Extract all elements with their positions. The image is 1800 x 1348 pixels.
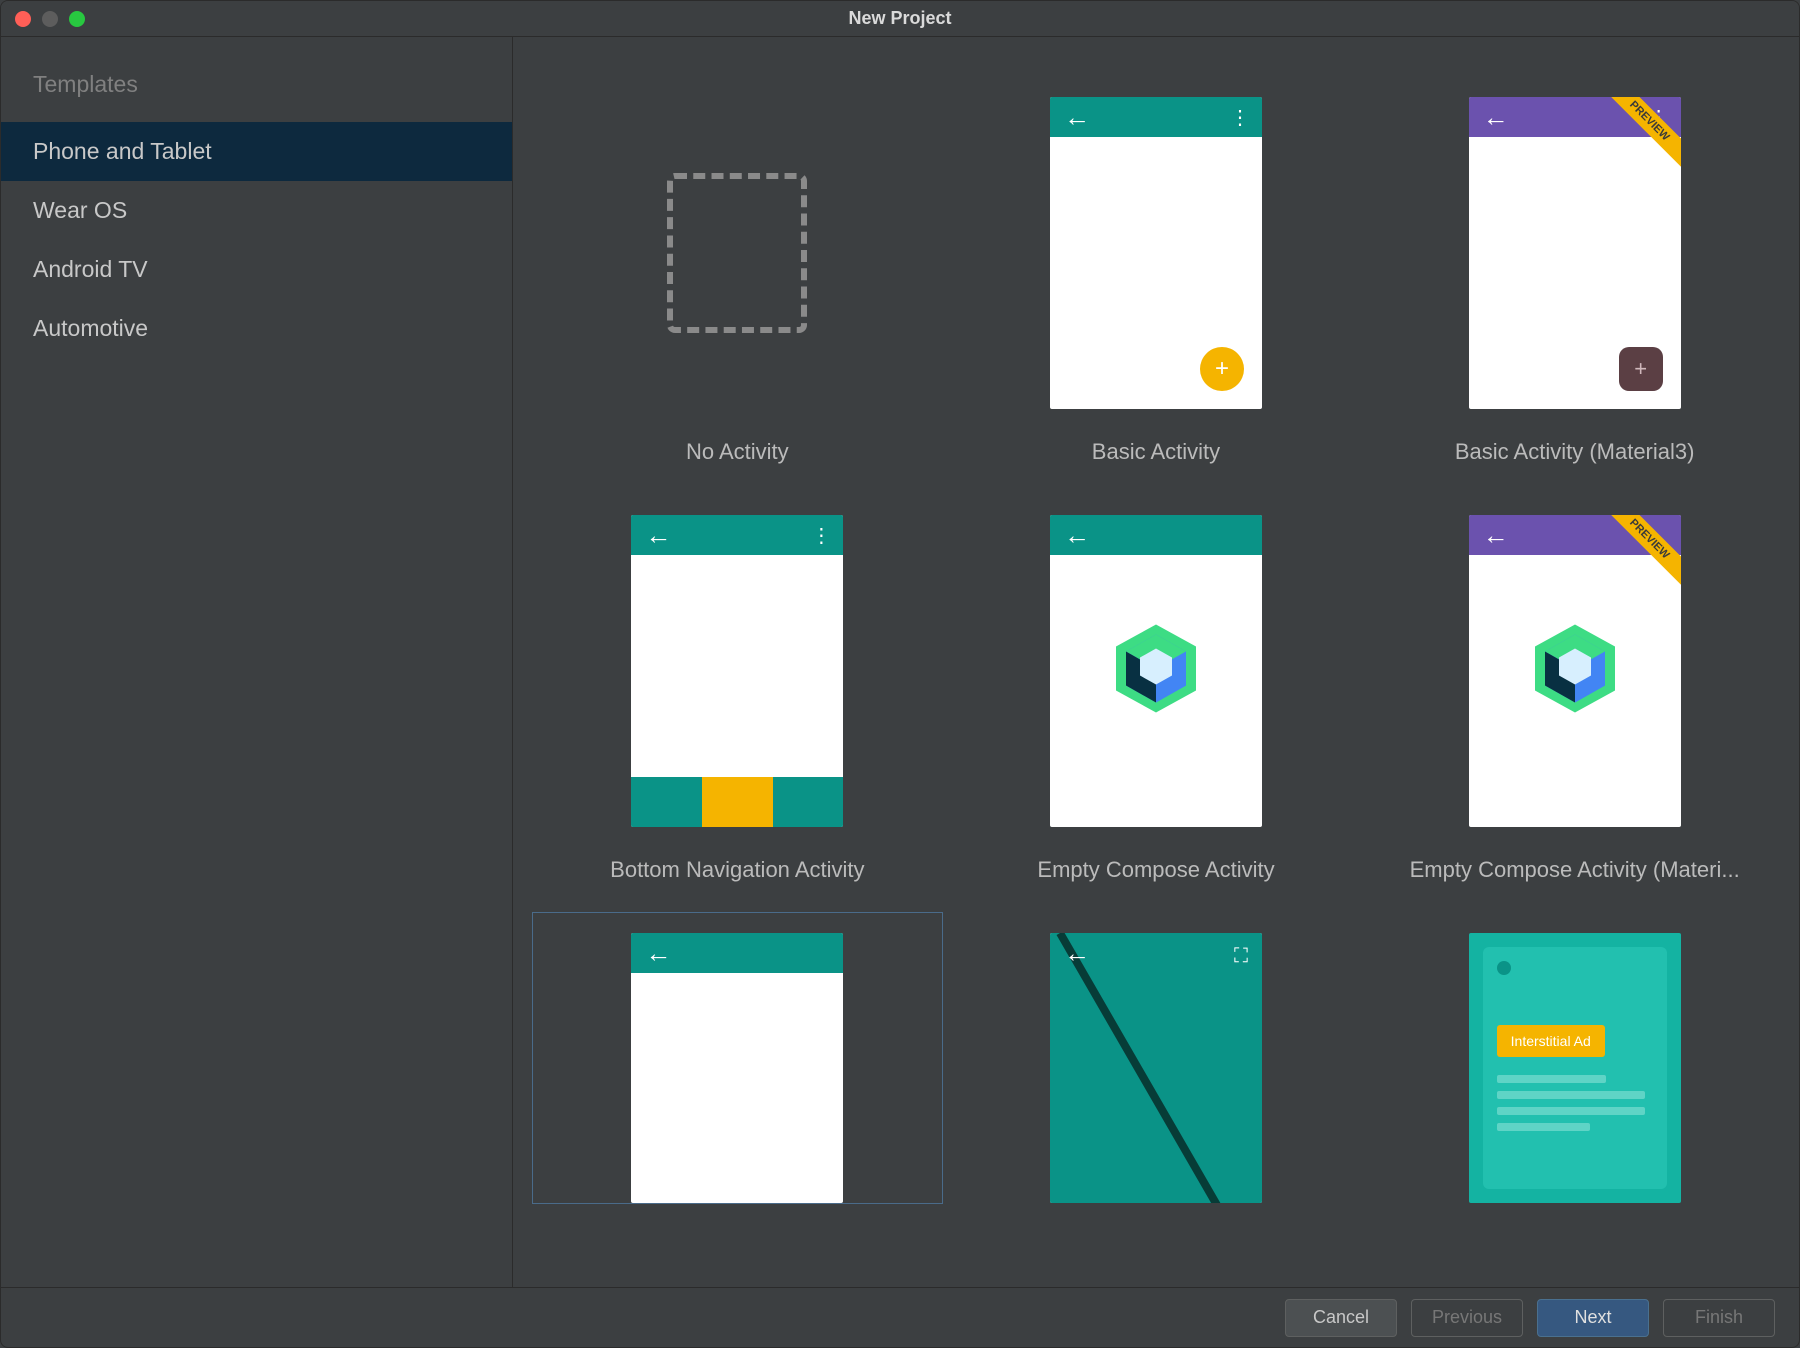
template-preview: ←	[631, 933, 843, 1203]
back-arrow-icon: ←	[1064, 102, 1090, 133]
template-empty-activity[interactable]: ←	[533, 913, 942, 1203]
template-basic-activity[interactable]: ← ⋮ + Basic Activity	[952, 77, 1361, 485]
template-preview: ← ⋮ + PREVIEW	[1469, 97, 1681, 409]
finish-button[interactable]: Finish	[1663, 1299, 1775, 1337]
template-label: Basic Activity	[1092, 439, 1220, 465]
maximize-window-button[interactable]	[69, 11, 85, 27]
status-dot-icon	[1497, 961, 1511, 975]
compose-logo-icon	[1535, 625, 1615, 718]
preview-fullscreen-bg: ← ⛶	[1050, 933, 1262, 1203]
ad-button-label: Interstitial Ad	[1497, 1025, 1605, 1057]
template-preview: ← PREVIEW	[1469, 515, 1681, 827]
window-controls	[1, 11, 85, 27]
template-no-activity[interactable]: No Activity	[533, 77, 942, 485]
nav-segment	[773, 777, 844, 827]
template-basic-activity-m3[interactable]: ← ⋮ + PREVIEW Basic Activity (Material3)	[1370, 77, 1779, 485]
back-arrow-icon: ←	[645, 938, 671, 969]
template-preview: ← ⛶	[1050, 933, 1262, 1203]
template-empty-compose[interactable]: ← Empty	[952, 495, 1361, 903]
more-icon: ⋮	[1230, 105, 1248, 130]
sidebar-item-wear-os[interactable]: Wear OS	[1, 181, 512, 240]
cancel-button[interactable]: Cancel	[1285, 1299, 1397, 1337]
sidebar-item-automotive[interactable]: Automotive	[1, 299, 512, 358]
preview-appbar: ← ⋮	[1050, 97, 1262, 137]
window-title: New Project	[848, 8, 951, 29]
template-ad-activity[interactable]: Interstitial Ad	[1370, 913, 1779, 1203]
templates-sidebar: Templates Phone and Tablet Wear OS Andro…	[1, 37, 513, 1287]
back-arrow-icon: ←	[1483, 102, 1509, 133]
template-label: Empty Compose Activity	[1037, 857, 1274, 883]
sidebar-header: Templates	[1, 57, 512, 122]
titlebar: New Project	[1, 1, 1799, 37]
previous-button[interactable]: Previous	[1411, 1299, 1523, 1337]
sidebar-item-label: Android TV	[33, 256, 148, 282]
template-empty-compose-m3[interactable]: ← PREVIEW	[1370, 495, 1779, 903]
preview-ad-bg: Interstitial Ad	[1469, 933, 1681, 1203]
compose-logo-icon	[1116, 625, 1196, 718]
back-arrow-icon: ←	[1483, 520, 1509, 551]
wizard-footer: Cancel Previous Next Finish	[1, 1287, 1799, 1347]
placeholder-line	[1497, 1091, 1645, 1099]
more-icon: ⋮	[811, 523, 829, 548]
template-gallery[interactable]: No Activity ← ⋮ + Basic Activity	[513, 37, 1799, 1287]
placeholder-line	[1497, 1107, 1645, 1115]
template-preview: Interstitial Ad	[1469, 933, 1681, 1203]
nav-segment	[631, 777, 702, 827]
template-label: Empty Compose Activity (Materi...	[1410, 857, 1740, 883]
preview-appbar: ←	[1050, 515, 1262, 555]
content-area: Templates Phone and Tablet Wear OS Andro…	[1, 37, 1799, 1287]
preview-appbar: ← ⋮	[631, 515, 843, 555]
template-preview	[631, 97, 843, 409]
fab-icon: +	[1619, 347, 1663, 391]
nav-segment-active	[702, 777, 773, 827]
back-arrow-icon: ←	[1064, 520, 1090, 551]
template-label: No Activity	[686, 439, 789, 465]
placeholder-line	[1497, 1123, 1591, 1131]
template-preview: ← ⋮ +	[1050, 97, 1262, 409]
preview-appbar: ←	[631, 933, 843, 973]
template-preview: ←	[1050, 515, 1262, 827]
sidebar-item-android-tv[interactable]: Android TV	[1, 240, 512, 299]
sidebar-item-label: Automotive	[33, 315, 148, 341]
template-label: Basic Activity (Material3)	[1455, 439, 1695, 465]
back-arrow-icon: ←	[645, 520, 671, 551]
sidebar-item-label: Wear OS	[33, 197, 127, 223]
template-preview: ← ⋮	[631, 515, 843, 827]
sidebar-item-label: Phone and Tablet	[33, 138, 212, 164]
sidebar-item-phone-tablet[interactable]: Phone and Tablet	[1, 122, 512, 181]
dashed-placeholder-icon	[667, 173, 807, 333]
template-bottom-navigation[interactable]: ← ⋮ Bottom Navigation Activity	[533, 495, 942, 903]
placeholder-line	[1497, 1075, 1606, 1083]
diagonal-line-icon	[1050, 933, 1262, 1203]
new-project-window: New Project Templates Phone and Tablet W…	[0, 0, 1800, 1348]
preview-appbar: ← ⛶	[1050, 933, 1262, 973]
preview-ad-card: Interstitial Ad	[1483, 947, 1667, 1189]
minimize-window-button[interactable]	[42, 11, 58, 27]
template-grid: No Activity ← ⋮ + Basic Activity	[533, 77, 1779, 1203]
preview-bottom-nav	[631, 777, 843, 827]
close-window-button[interactable]	[15, 11, 31, 27]
fab-icon: +	[1200, 347, 1244, 391]
back-arrow-icon: ←	[1064, 938, 1090, 969]
template-label: Bottom Navigation Activity	[610, 857, 864, 883]
next-button[interactable]: Next	[1537, 1299, 1649, 1337]
fullscreen-icon: ⛶	[1234, 945, 1248, 968]
template-fullscreen-activity[interactable]: ← ⛶	[952, 913, 1361, 1203]
